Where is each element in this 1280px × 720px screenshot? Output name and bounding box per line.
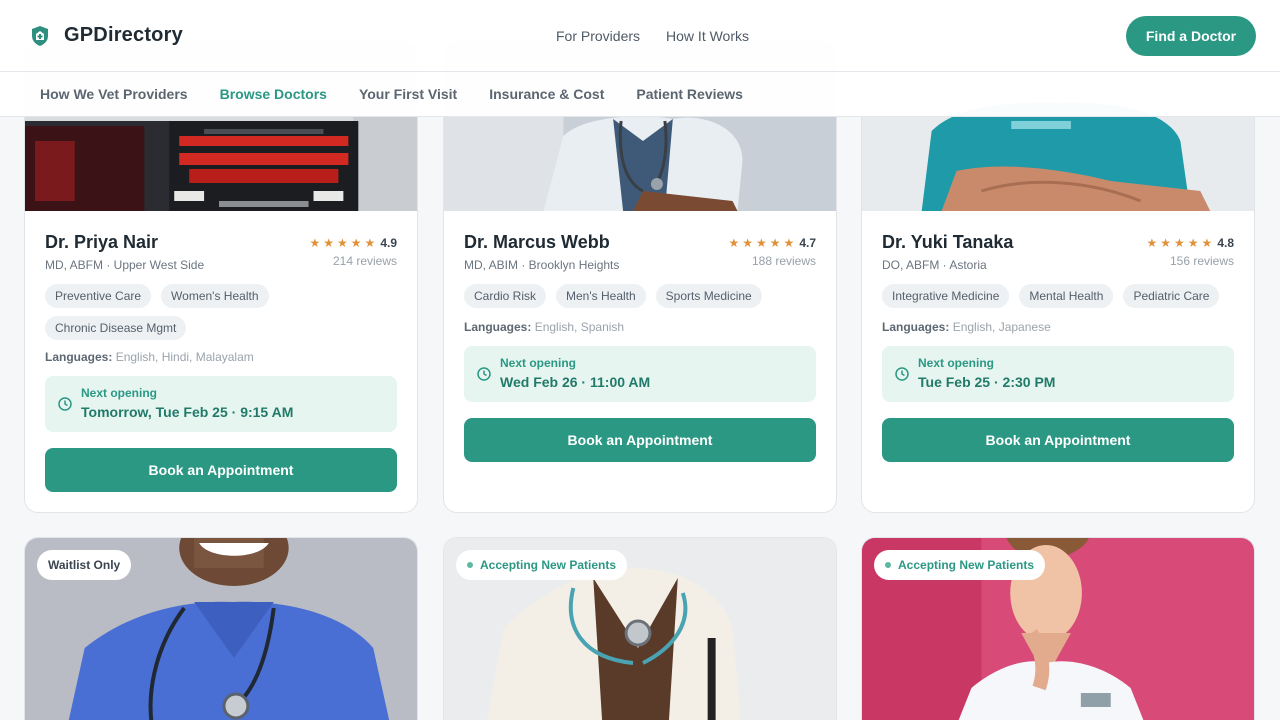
rating-stars-icon: ★★★★★ xyxy=(1146,236,1216,250)
specialty-tag: Integrative Medicine xyxy=(882,284,1010,308)
doctor-credentials: DO, ABFM · Astoria xyxy=(882,258,987,272)
doctor-credentials: MD, ABIM · Brooklyn Heights xyxy=(464,258,620,272)
status-dot-icon xyxy=(467,562,473,568)
status-badge: Accepting New Patients xyxy=(874,550,1046,580)
review-count[interactable]: 188 reviews xyxy=(729,254,816,268)
languages: Languages: English, Spanish xyxy=(464,320,624,334)
nav-for-providers[interactable]: For Providers xyxy=(556,28,640,44)
languages-label: Languages: xyxy=(45,350,113,364)
doctor-card: Waitlist Only xyxy=(24,537,418,720)
clock-icon xyxy=(58,397,72,411)
rating-score: 4.7 xyxy=(799,236,816,250)
languages-value: English, Japanese xyxy=(952,320,1051,334)
rating-score: 4.9 xyxy=(380,236,397,250)
review-count[interactable]: 156 reviews xyxy=(1147,254,1234,268)
clock-icon xyxy=(477,367,491,381)
card-body: Dr. Yuki Tanaka DO, ABFM · Astoria ★★★★★… xyxy=(882,232,1234,494)
next-opening-time: Tue Feb 25 · 2:30 PM xyxy=(918,374,1056,390)
specialty-tag: Women's Health xyxy=(161,284,269,308)
next-opening-box[interactable]: Next opening Wed Feb 26 · 11:00 AM xyxy=(464,346,816,402)
rating-stars-icon: ★★★★★ xyxy=(728,236,798,250)
specialty-tag: Preventive Care xyxy=(45,284,152,308)
specialty-tags: Cardio Risk Men's Health Sports Medicine xyxy=(464,284,816,308)
find-doctor-button[interactable]: Find a Doctor xyxy=(1126,16,1256,56)
specialty-tags: Preventive Care Women's Health Chronic D… xyxy=(45,284,397,340)
languages-value: English, Spanish xyxy=(534,320,625,334)
subnav-first-visit[interactable]: Your First Visit xyxy=(359,86,457,102)
clock-icon xyxy=(895,367,909,381)
subnav-patient-reviews[interactable]: Patient Reviews xyxy=(636,86,743,102)
status-badge: Accepting New Patients xyxy=(456,550,628,580)
brand-logo[interactable]: GPDirectory xyxy=(30,24,183,47)
languages: Languages: English, Japanese xyxy=(882,320,1051,334)
specialty-tag: Pediatric Care xyxy=(1123,284,1220,308)
status-dot-icon xyxy=(885,562,891,568)
subnav-how-we-vet[interactable]: How We Vet Providers xyxy=(40,86,188,102)
top-nav: For Providers How It Works xyxy=(556,28,749,44)
specialty-tags: Integrative Medicine Mental Health Pedia… xyxy=(882,284,1234,308)
review-count[interactable]: 214 reviews xyxy=(310,254,397,268)
next-opening-label: Next opening xyxy=(81,386,158,400)
card-body: Dr. Priya Nair MD, ABFM · Upper West Sid… xyxy=(45,232,397,494)
specialty-tag: Cardio Risk xyxy=(464,284,547,308)
subnav-browse-doctors[interactable]: Browse Doctors xyxy=(220,86,327,102)
specialty-tag: Sports Medicine xyxy=(655,284,762,308)
book-appointment-button[interactable]: Book an Appointment xyxy=(882,418,1234,462)
rating-stars-icon: ★★★★★ xyxy=(309,236,379,250)
brand-name: GPDirectory xyxy=(64,24,183,46)
subnav-insurance-cost[interactable]: Insurance & Cost xyxy=(489,86,604,102)
card-body: Dr. Marcus Webb MD, ABIM · Brooklyn Heig… xyxy=(464,232,816,494)
status-badge-label: Accepting New Patients xyxy=(898,558,1035,572)
languages-label: Languages: xyxy=(464,320,532,334)
doctor-name[interactable]: Dr. Marcus Webb xyxy=(464,232,610,253)
book-appointment-button[interactable]: Book an Appointment xyxy=(45,448,397,492)
section-nav: How We Vet Providers Browse Doctors Your… xyxy=(0,72,1280,117)
doctor-name[interactable]: Dr. Yuki Tanaka xyxy=(882,232,1013,253)
next-opening-box[interactable]: Next opening Tomorrow, Tue Feb 25 · 9:15… xyxy=(45,376,397,432)
shield-logo-icon xyxy=(32,25,48,46)
next-opening-box[interactable]: Next opening Tue Feb 25 · 2:30 PM xyxy=(882,346,1234,402)
specialty-tag: Chronic Disease Mgmt xyxy=(45,316,187,340)
languages: Languages: English, Hindi, Malayalam xyxy=(45,350,254,364)
languages-value: English, Hindi, Malayalam xyxy=(115,350,254,364)
doctor-credentials: MD, ABFM · Upper West Side xyxy=(45,258,205,272)
specialty-tag: Men's Health xyxy=(556,284,646,308)
doctor-card: Accepting New Patients xyxy=(861,537,1255,720)
top-header: GPDirectory For Providers How It Works F… xyxy=(0,0,1280,72)
rating-score: 4.8 xyxy=(1217,236,1234,250)
status-badge: Waitlist Only xyxy=(37,550,132,580)
doctor-rating: ★★★★★ 4.7 188 reviews xyxy=(729,234,816,268)
doctor-rating: ★★★★★ 4.8 156 reviews xyxy=(1147,234,1234,268)
status-badge-label: Accepting New Patients xyxy=(480,558,617,572)
next-opening-label: Next opening xyxy=(500,356,577,370)
next-opening-label: Next opening xyxy=(918,356,995,370)
doctor-card: Accepting New Patients xyxy=(443,537,837,720)
doctor-name[interactable]: Dr. Priya Nair xyxy=(45,232,158,253)
specialty-tag: Mental Health xyxy=(1019,284,1114,308)
doctor-rating: ★★★★★ 4.9 214 reviews xyxy=(310,234,397,268)
nav-how-it-works[interactable]: How It Works xyxy=(666,28,749,44)
next-opening-time: Tomorrow, Tue Feb 25 · 9:15 AM xyxy=(81,404,294,420)
next-opening-time: Wed Feb 26 · 11:00 AM xyxy=(500,374,651,390)
book-appointment-button[interactable]: Book an Appointment xyxy=(464,418,816,462)
languages-label: Languages: xyxy=(882,320,950,334)
